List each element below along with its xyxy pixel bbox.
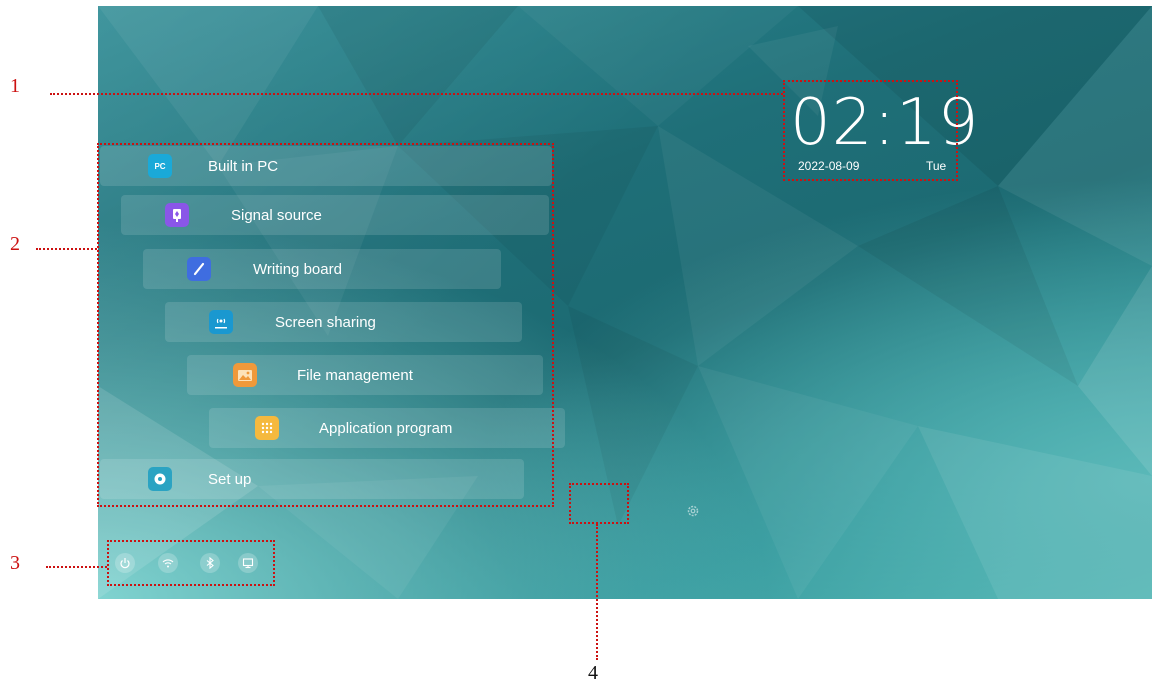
callout-line-2: [36, 248, 97, 250]
callout-line-1: [50, 93, 783, 95]
callout-number-3: 3: [10, 552, 20, 574]
callout-line-3: [46, 566, 107, 568]
callout-box-gear: [569, 483, 629, 524]
callout-box-menu: [97, 143, 554, 507]
callout-number-1: 1: [10, 75, 20, 97]
gear-icon[interactable]: [684, 502, 702, 520]
callout-box-tray: [107, 540, 275, 586]
callout-number-4: 4: [588, 662, 598, 684]
callout-line-4: [596, 524, 598, 660]
callout-box-clock: [783, 80, 958, 181]
callout-number-2: 2: [10, 233, 20, 255]
